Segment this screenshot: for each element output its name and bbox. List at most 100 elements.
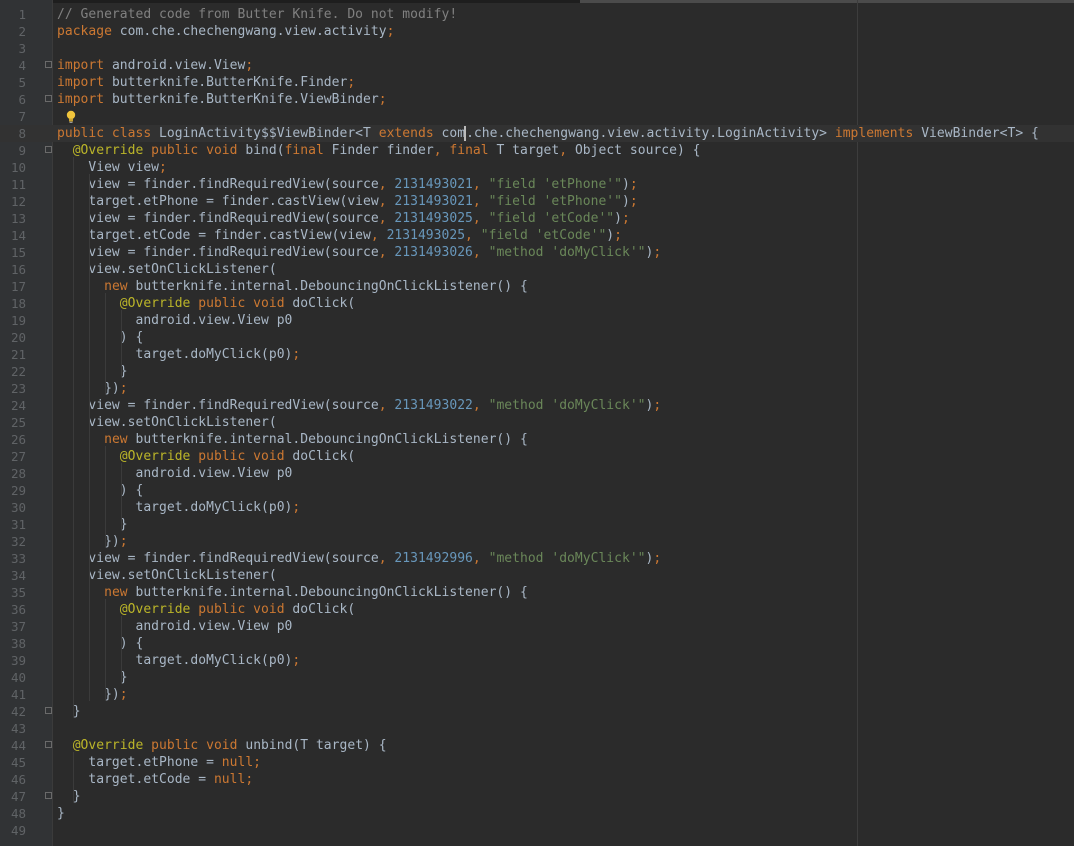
code-line-30[interactable]: 30 target.doMyClick(p0); <box>0 499 1074 516</box>
code-line-14[interactable]: 14 target.etCode = finder.castView(view,… <box>0 227 1074 244</box>
code-text[interactable]: view = finder.findRequiredView(source, 2… <box>57 550 661 567</box>
code-text[interactable]: new butterknife.internal.DebouncingOnCli… <box>57 278 528 295</box>
line-number[interactable]: 14 <box>0 227 26 244</box>
line-number[interactable]: 23 <box>0 380 26 397</box>
line-number[interactable]: 11 <box>0 176 26 193</box>
code-text[interactable]: ) { <box>57 635 144 652</box>
code-line-29[interactable]: 29 ) { <box>0 482 1074 499</box>
code-text[interactable]: } <box>57 703 81 720</box>
code-line-20[interactable]: 20 ) { <box>0 329 1074 346</box>
code-text[interactable]: target.etCode = finder.castView(view, 21… <box>57 227 622 244</box>
code-text[interactable]: import butterknife.ButterKnife.Finder; <box>57 74 355 91</box>
code-line-42[interactable]: 42 } <box>0 703 1074 720</box>
code-line-16[interactable]: 16 view.setOnClickListener( <box>0 261 1074 278</box>
line-number[interactable]: 43 <box>0 720 26 737</box>
code-text[interactable]: @Override public void doClick( <box>57 295 355 312</box>
code-text[interactable]: ) { <box>57 482 144 499</box>
fold-marker-icon[interactable] <box>45 792 52 799</box>
code-line-10[interactable]: 10 View view; <box>0 159 1074 176</box>
fold-marker-icon[interactable] <box>45 95 52 102</box>
code-text[interactable]: view = finder.findRequiredView(source, 2… <box>57 397 661 414</box>
code-line-21[interactable]: 21 target.doMyClick(p0); <box>0 346 1074 363</box>
code-line-26[interactable]: 26 new butterknife.internal.DebouncingOn… <box>0 431 1074 448</box>
code-text[interactable]: }); <box>57 380 128 397</box>
code-line-35[interactable]: 35 new butterknife.internal.DebouncingOn… <box>0 584 1074 601</box>
code-text[interactable]: android.view.View p0 <box>57 312 292 329</box>
fold-marker-icon[interactable] <box>45 61 52 68</box>
code-line-19[interactable]: 19 android.view.View p0 <box>0 312 1074 329</box>
code-line-31[interactable]: 31 } <box>0 516 1074 533</box>
fold-marker-icon[interactable] <box>45 741 52 748</box>
code-line-34[interactable]: 34 view.setOnClickListener( <box>0 567 1074 584</box>
line-number[interactable]: 37 <box>0 618 26 635</box>
code-text[interactable]: } <box>57 805 65 822</box>
line-number[interactable]: 24 <box>0 397 26 414</box>
code-line-9[interactable]: 9 @Override public void bind(final Finde… <box>0 142 1074 159</box>
line-number[interactable]: 26 <box>0 431 26 448</box>
line-number[interactable]: 32 <box>0 533 26 550</box>
line-number[interactable]: 2 <box>0 23 26 40</box>
line-number[interactable]: 21 <box>0 346 26 363</box>
line-number[interactable]: 29 <box>0 482 26 499</box>
line-number[interactable]: 12 <box>0 193 26 210</box>
line-number[interactable]: 30 <box>0 499 26 516</box>
code-line-40[interactable]: 40 } <box>0 669 1074 686</box>
line-number[interactable]: 17 <box>0 278 26 295</box>
line-number[interactable]: 28 <box>0 465 26 482</box>
code-line-23[interactable]: 23 }); <box>0 380 1074 397</box>
line-number[interactable]: 38 <box>0 635 26 652</box>
line-number[interactable]: 8 <box>0 125 26 142</box>
code-text[interactable]: new butterknife.internal.DebouncingOnCli… <box>57 431 528 448</box>
code-text[interactable]: package com.che.chechengwang.view.activi… <box>57 23 394 40</box>
code-text[interactable]: @Override public void bind(final Finder … <box>57 142 701 159</box>
code-line-17[interactable]: 17 new butterknife.internal.DebouncingOn… <box>0 278 1074 295</box>
line-number[interactable]: 41 <box>0 686 26 703</box>
code-text[interactable]: } <box>57 516 128 533</box>
code-line-43[interactable]: 43 <box>0 720 1074 737</box>
code-text[interactable]: } <box>57 363 128 380</box>
line-number[interactable]: 4 <box>0 57 26 74</box>
code-line-22[interactable]: 22 } <box>0 363 1074 380</box>
code-line-49[interactable]: 49 <box>0 822 1074 839</box>
code-text[interactable]: import butterknife.ButterKnife.ViewBinde… <box>57 91 387 108</box>
code-text[interactable]: view = finder.findRequiredView(source, 2… <box>57 244 661 261</box>
line-number[interactable]: 7 <box>0 108 26 125</box>
line-number[interactable]: 31 <box>0 516 26 533</box>
code-line-38[interactable]: 38 ) { <box>0 635 1074 652</box>
code-line-32[interactable]: 32 }); <box>0 533 1074 550</box>
line-number[interactable]: 44 <box>0 737 26 754</box>
code-line-13[interactable]: 13 view = finder.findRequiredView(source… <box>0 210 1074 227</box>
code-line-33[interactable]: 33 view = finder.findRequiredView(source… <box>0 550 1074 567</box>
code-line-27[interactable]: 27 @Override public void doClick( <box>0 448 1074 465</box>
code-line-44[interactable]: 44 @Override public void unbind(T target… <box>0 737 1074 754</box>
line-number[interactable]: 9 <box>0 142 26 159</box>
code-line-7[interactable]: 7 <box>0 108 1074 125</box>
fold-marker-icon[interactable] <box>45 146 52 153</box>
lightbulb-icon[interactable] <box>65 110 77 124</box>
line-number[interactable]: 40 <box>0 669 26 686</box>
code-text[interactable]: ) { <box>57 329 144 346</box>
line-number[interactable]: 16 <box>0 261 26 278</box>
code-line-4[interactable]: 4 import android.view.View; <box>0 57 1074 74</box>
code-text[interactable]: } <box>57 788 81 805</box>
code-editor[interactable]: 1 // Generated code from Butter Knife. Do… <box>0 0 1074 846</box>
code-text[interactable]: target.doMyClick(p0); <box>57 652 300 669</box>
code-line-6[interactable]: 6 import butterknife.ButterKnife.ViewBind… <box>0 91 1074 108</box>
line-number[interactable]: 5 <box>0 74 26 91</box>
code-line-48[interactable]: 48} <box>0 805 1074 822</box>
code-text[interactable]: target.doMyClick(p0); <box>57 346 300 363</box>
code-text[interactable]: target.doMyClick(p0); <box>57 499 300 516</box>
code-line-8[interactable]: 8 public class LoginActivity$$ViewBinder<… <box>0 125 1074 142</box>
line-number[interactable]: 42 <box>0 703 26 720</box>
code-line-2[interactable]: 2 package com.che.chechengwang.view.activ… <box>0 23 1074 40</box>
line-number[interactable]: 27 <box>0 448 26 465</box>
line-number[interactable]: 6 <box>0 91 26 108</box>
line-number[interactable]: 39 <box>0 652 26 669</box>
code-lines[interactable]: 1 // Generated code from Butter Knife. Do… <box>0 6 1074 839</box>
code-line-24[interactable]: 24 view = finder.findRequiredView(source… <box>0 397 1074 414</box>
line-number[interactable]: 3 <box>0 40 26 57</box>
line-number[interactable]: 36 <box>0 601 26 618</box>
line-number[interactable]: 25 <box>0 414 26 431</box>
code-line-11[interactable]: 11 view = finder.findRequiredView(source… <box>0 176 1074 193</box>
code-line-1[interactable]: 1 // Generated code from Butter Knife. Do… <box>0 6 1074 23</box>
